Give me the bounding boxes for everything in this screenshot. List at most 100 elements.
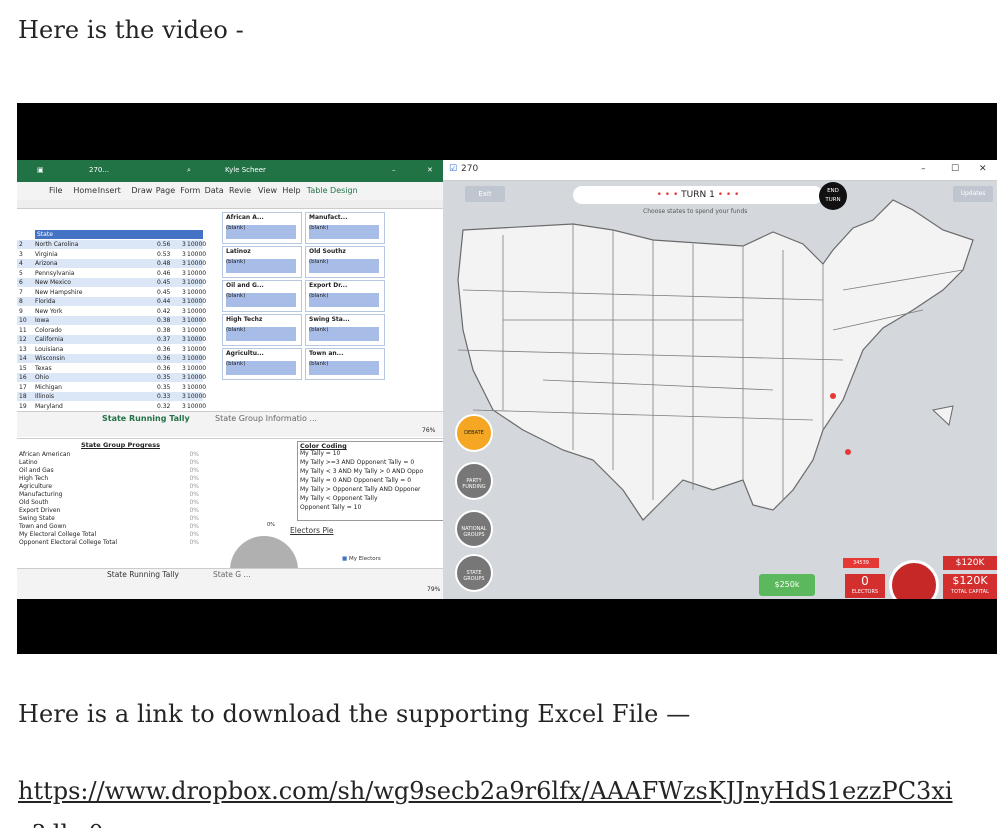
- slicer-value[interactable]: (blank): [309, 361, 379, 375]
- table-row[interactable]: 12 California 0.37 3 10000: [17, 335, 206, 344]
- slicer-value[interactable]: (blank): [309, 327, 379, 341]
- table-row[interactable]: 6 New Mexico 0.45 3 10000: [17, 278, 206, 287]
- cell-c: 10000: [187, 345, 207, 353]
- slicer[interactable]: Latinoz (blank): [222, 246, 302, 278]
- group-item: Latino 0%: [19, 459, 199, 467]
- state-groups-button[interactable]: STATE GROUPS: [455, 554, 493, 592]
- state-marker-florida: [845, 449, 851, 455]
- table-row[interactable]: 14 Wisconsin 0.36 3 10000: [17, 354, 206, 363]
- cell-n: 13: [19, 345, 27, 353]
- slicer-value[interactable]: (blank): [226, 293, 296, 307]
- turn-indicator: • • • TURN 1 • • •: [573, 186, 823, 204]
- slicer-title: Swing Sta...: [309, 316, 350, 323]
- tab-state-running-tally[interactable]: State Running Tally: [102, 414, 190, 423]
- us-map[interactable]: [443, 160, 997, 599]
- slicer[interactable]: Town an... (blank): [305, 348, 385, 380]
- table-row[interactable]: 15 Texas 0.36 3 10000: [17, 364, 206, 373]
- table-row[interactable]: 17 Michigan 0.35 3 10000: [17, 383, 206, 392]
- table-row[interactable]: 11 Colorado 0.38 3 10000: [17, 326, 206, 335]
- group-label: Oil and Gas: [19, 467, 54, 474]
- slicer-value[interactable]: (blank): [309, 293, 379, 307]
- cell-t: 3: [182, 383, 186, 391]
- color-rule: My Tally > Opponent Tally AND Opponer: [300, 486, 421, 493]
- slicer-value[interactable]: (blank): [309, 225, 379, 239]
- updates-button[interactable]: Updates: [953, 186, 993, 202]
- slicer-value[interactable]: (blank): [226, 259, 296, 273]
- group-label: My Electoral College Total: [19, 531, 97, 538]
- table-row[interactable]: 4 Arizona 0.48 3 10000: [17, 259, 206, 268]
- slicer[interactable]: High Techz (blank): [222, 314, 302, 346]
- slicer[interactable]: African A... (blank): [222, 212, 302, 244]
- menu-item-1[interactable]: Home: [73, 186, 97, 195]
- table-row[interactable]: 13 Louisiana 0.36 3 10000: [17, 345, 207, 354]
- cell-state: Iowa: [35, 317, 50, 324]
- electors-count: 0: [861, 574, 869, 588]
- slicer[interactable]: Swing Sta... (blank): [305, 314, 385, 346]
- tab-state-group-2[interactable]: State G ...: [213, 570, 251, 579]
- cell-n: 7: [19, 288, 23, 296]
- excel-ribbon-menu: File Home Insert Draw Page Form Data Revie View H…: [17, 182, 443, 201]
- tab-state-running-tally-2[interactable]: State Running Tally: [107, 570, 179, 579]
- intro-text: Here is the video -: [18, 16, 244, 44]
- table-header-row: State: [35, 230, 203, 239]
- table-row[interactable]: 2 North Carolina 0.56 3 10000: [17, 240, 206, 249]
- slicer[interactable]: Agricultu... (blank): [222, 348, 302, 380]
- menu-item-7[interactable]: Revie: [229, 186, 251, 195]
- menu-item-3[interactable]: Draw: [131, 186, 152, 195]
- menu-item-8[interactable]: View: [258, 186, 277, 195]
- slicer-title: Town an...: [309, 350, 344, 357]
- table-row[interactable]: 16 Ohio 0.35 3 10000: [17, 373, 206, 382]
- status-bar-lower: 79%: [17, 581, 443, 599]
- cell-n: 16: [19, 374, 27, 381]
- table-row[interactable]: 18 Illinois 0.33 3 10000: [17, 392, 206, 401]
- group-label: Opponent Electoral College Total: [19, 539, 118, 546]
- menu-item-5[interactable]: Form: [180, 186, 200, 195]
- color-rule: My Tally = 0 AND Opponent Tally = 0: [300, 477, 412, 484]
- national-groups-button[interactable]: NATIONAL GROUPS: [455, 510, 493, 548]
- debate-button[interactable]: DEBATE: [455, 414, 493, 452]
- slicer-value[interactable]: (blank): [226, 327, 296, 341]
- group-item: High Tech 0%: [19, 475, 199, 483]
- color-rule: Opponent Tally = 10: [300, 504, 362, 511]
- turn-subtitle: Choose states to spend your funds: [643, 208, 748, 215]
- slicer[interactable]: Manufact... (blank): [305, 212, 385, 244]
- download-link[interactable]: https://www.dropbox.com/sh/wg9secb2a9r6l…: [18, 770, 978, 828]
- menu-item-10[interactable]: Table Design: [307, 186, 358, 195]
- menu-item-4[interactable]: Page: [156, 186, 175, 195]
- table-row[interactable]: 5 Pennsylvania 0.46 3 10000: [17, 269, 206, 278]
- cell-v: 0.32: [157, 402, 171, 410]
- table-row[interactable]: 7 New Hampshire 0.45 3 10000: [17, 288, 206, 297]
- cell-n: 11: [19, 326, 27, 334]
- group-label: Old South: [19, 499, 49, 506]
- table-header-state: State: [37, 231, 53, 238]
- cell-state: New Hampshire: [35, 288, 83, 296]
- table-row[interactable]: 3 Virginia 0.53 3 10000: [17, 250, 206, 259]
- table-row[interactable]: 8 Florida 0.44 3 10000: [17, 297, 206, 306]
- table-row[interactable]: 9 New York 0.42 3 10000: [17, 307, 206, 316]
- menu-item-0[interactable]: File: [49, 186, 62, 195]
- minimize-icon[interactable]: –: [392, 166, 396, 174]
- slicer[interactable]: Oil and G... (blank): [222, 280, 302, 312]
- cell-n: 4: [19, 260, 23, 267]
- menu-item-2[interactable]: Insert: [98, 186, 121, 195]
- cell-state: Ohio: [35, 374, 49, 381]
- menu-item-9[interactable]: Help: [282, 186, 300, 195]
- slicer-value[interactable]: (blank): [226, 225, 296, 239]
- exit-button[interactable]: Exit: [465, 186, 505, 202]
- search-icon[interactable]: ⌕: [187, 166, 191, 175]
- video-player[interactable]: ▣ 270... ⌕ Kyle Scheer – ✕ File Home Inser…: [17, 103, 997, 654]
- table-row[interactable]: 19 Maryland 0.32 3 10000: [17, 402, 206, 411]
- slicer[interactable]: Old Southz (blank): [305, 246, 385, 278]
- turn-label: TURN 1: [681, 190, 715, 200]
- slicer-value[interactable]: (blank): [226, 361, 296, 375]
- menu-item-6[interactable]: Data: [205, 186, 224, 195]
- tab-state-group-info[interactable]: State Group Informatio ...: [215, 414, 317, 423]
- table-row[interactable]: 10 Iowa 0.38 3 10000: [17, 316, 206, 325]
- end-turn-button[interactable]: END TURN: [819, 182, 847, 210]
- party-funding-button[interactable]: PARTY FUNDING: [455, 462, 493, 500]
- close-icon[interactable]: ✕: [427, 166, 433, 174]
- slicer[interactable]: Export Dr... (blank): [305, 280, 385, 312]
- pie-percent: 0%: [267, 522, 275, 528]
- cell-n: 14: [19, 355, 27, 362]
- slicer-value[interactable]: (blank): [309, 259, 379, 273]
